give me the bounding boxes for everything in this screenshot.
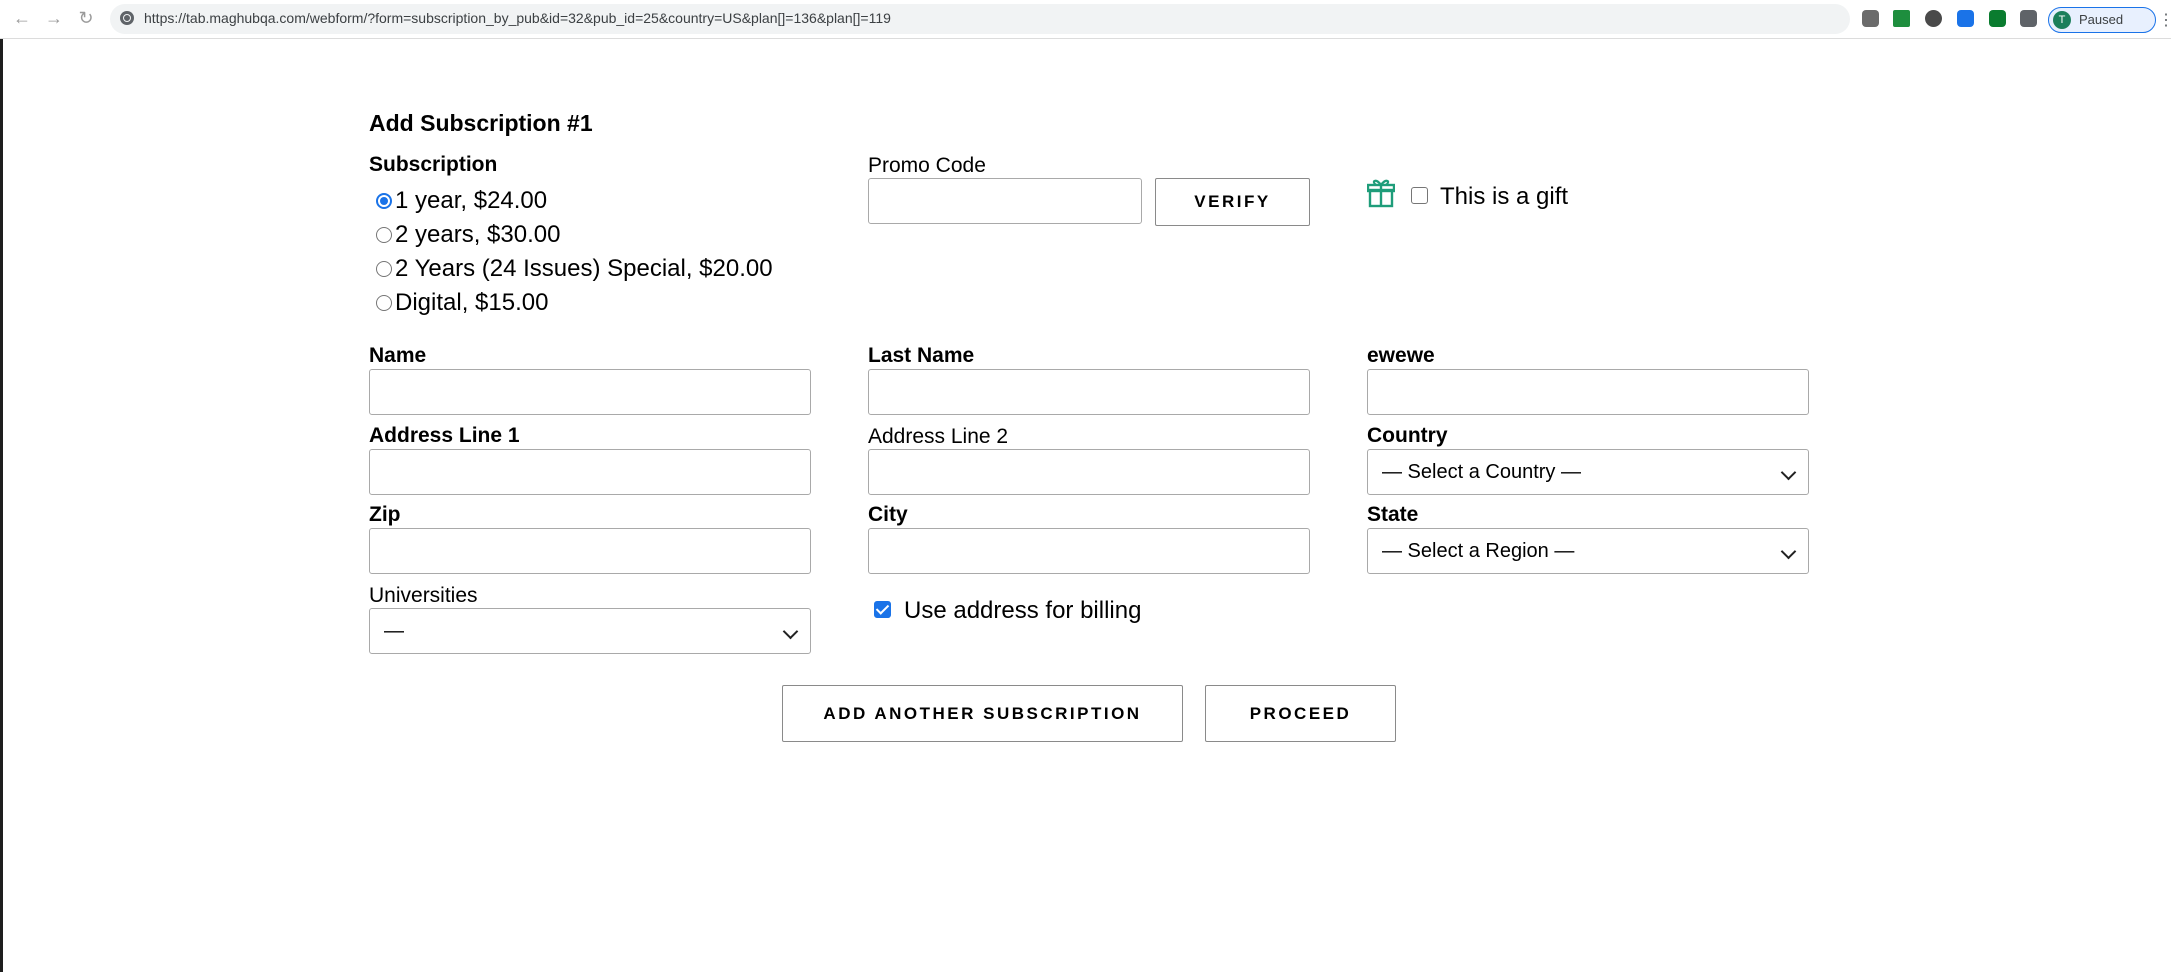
city-input[interactable] [868, 528, 1310, 574]
reload-icon[interactable]: ↻ [76, 8, 96, 28]
puzzle-icon[interactable] [2020, 10, 2037, 27]
chevron-down-icon [782, 623, 799, 640]
browser-toolbar: ← → ↻ https://tab.maghubqa.com/webform/?… [0, 0, 2171, 39]
plan-label: 2 Years (24 Issues) Special, $20.00 [395, 255, 773, 282]
proceed-button[interactable]: PROCEED [1205, 685, 1396, 742]
gift-label: This is a gift [1440, 183, 1569, 210]
address-line2-input[interactable] [868, 449, 1310, 495]
gift-icon [1367, 179, 1395, 208]
promo-code-label: Promo Code [868, 154, 986, 177]
extension-icon[interactable] [1862, 10, 1879, 27]
drive-extension-icon[interactable] [1893, 10, 1910, 27]
y-extension-icon[interactable] [1957, 10, 1974, 27]
custom-field-label: ewewe [1367, 344, 1435, 367]
plan-label: Digital, $15.00 [395, 289, 549, 316]
universities-select[interactable]: — [369, 608, 811, 654]
menu-icon[interactable]: ⋮ [2158, 10, 2171, 30]
profile-button[interactable]: T Paused [2048, 7, 2156, 33]
state-select-value: — Select a Region — [1382, 540, 1575, 562]
plan-option[interactable]: 2 Years (24 Issues) Special, $20.00 [376, 255, 773, 283]
add-another-subscription-button[interactable]: ADD ANOTHER SUBSCRIPTION [782, 685, 1183, 742]
last-name-label: Last Name [868, 344, 975, 367]
plan-label: 1 year, $24.00 [395, 187, 548, 214]
zip-label: Zip [369, 503, 401, 526]
profile-status: Paused [2079, 12, 2124, 27]
state-select[interactable]: — Select a Region — [1367, 528, 1809, 574]
back-icon[interactable]: ← [12, 8, 32, 28]
billing-checkbox[interactable] [874, 601, 891, 618]
forward-icon[interactable]: → [44, 8, 64, 28]
gift-checkbox[interactable] [1411, 187, 1428, 204]
name-label: Name [369, 344, 427, 367]
plan-radio[interactable] [376, 193, 392, 209]
verify-button[interactable]: VERIFY [1155, 178, 1310, 226]
plan-label: 2 years, $30.00 [395, 221, 561, 248]
promo-code-input[interactable] [868, 178, 1142, 224]
address-line1-input[interactable] [369, 449, 811, 495]
url-text[interactable]: https://tab.maghubqa.com/webform/?form=s… [144, 10, 891, 26]
address-bar[interactable]: https://tab.maghubqa.com/webform/?form=s… [110, 4, 1850, 34]
plan-option[interactable]: 1 year, $24.00 [376, 187, 547, 215]
plan-option[interactable]: 2 years, $30.00 [376, 221, 560, 249]
last-name-input[interactable] [868, 369, 1310, 415]
universities-label: Universities [369, 584, 478, 607]
subscription-label: Subscription [369, 153, 498, 176]
custom-field-input[interactable] [1367, 369, 1809, 415]
plan-radio[interactable] [376, 295, 392, 311]
plan-radio[interactable] [376, 227, 392, 243]
city-label: City [868, 503, 908, 526]
billing-label: Use address for billing [904, 597, 1142, 624]
site-info-icon[interactable] [120, 11, 134, 25]
zip-input[interactable] [369, 528, 811, 574]
bw-extension-icon[interactable] [1989, 10, 2006, 27]
country-select-value: — Select a Country — [1382, 461, 1581, 483]
address-line2-label: Address Line 2 [868, 425, 1009, 448]
form-title: Add Subscription #1 [369, 110, 593, 136]
universities-select-value: — [384, 620, 404, 642]
state-label: State [1367, 503, 1419, 526]
window-edge [0, 39, 3, 972]
plan-radio[interactable] [376, 261, 392, 277]
country-select[interactable]: — Select a Country — [1367, 449, 1809, 495]
chevron-down-icon [1780, 543, 1797, 560]
name-input[interactable] [369, 369, 811, 415]
circle-extension-icon[interactable] [1925, 10, 1942, 27]
avatar: T [2053, 11, 2071, 29]
country-label: Country [1367, 424, 1448, 447]
plan-option[interactable]: Digital, $15.00 [376, 289, 548, 317]
address-line1-label: Address Line 1 [369, 424, 520, 447]
chevron-down-icon [1780, 464, 1797, 481]
